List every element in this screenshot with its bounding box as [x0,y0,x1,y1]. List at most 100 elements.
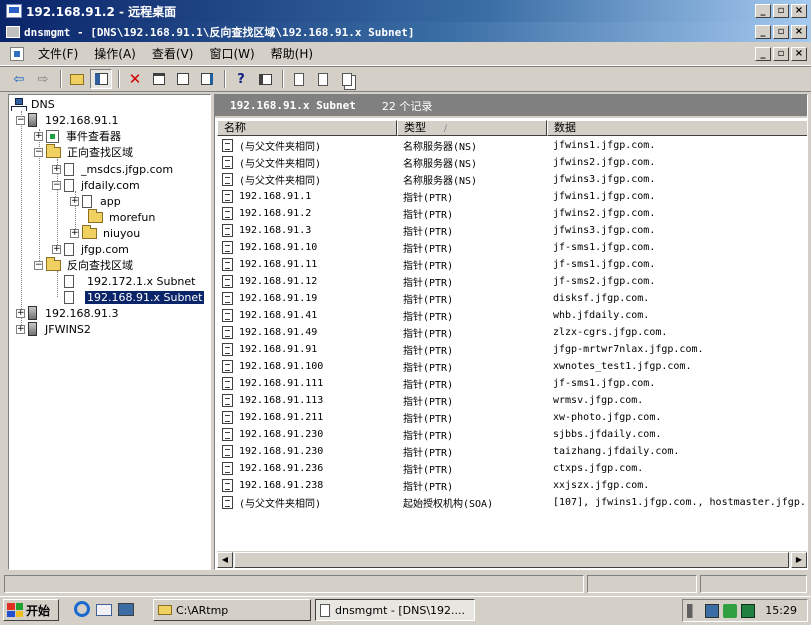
collapse-toggle[interactable]: − [34,147,43,157]
back-arrow-icon[interactable]: ⇦ [8,69,30,89]
remote-desktop-title-bar[interactable]: 192.168.91.2 - 远程桌面 _ ▫ × [0,0,811,22]
record-row[interactable]: 192.168.91.11 指针(PTR) jf-sms1.jfgp.com. [215,256,807,273]
menu-window[interactable]: 窗口(W) [201,45,262,62]
collapse-toggle[interactable]: − [52,180,61,190]
horizontal-scrollbar[interactable]: ◀ ▶ [217,551,807,568]
tree-reverse-zone[interactable]: − 反向查找区域 [34,256,135,273]
delete-icon[interactable]: ✕ [124,69,146,89]
scroll-left-button[interactable]: ◀ [217,552,233,568]
record-icon[interactable] [288,69,310,89]
collapse-toggle[interactable]: − [34,260,43,270]
column-header-data[interactable]: 数据 [547,120,807,136]
record-row[interactable]: 192.168.91.100 指针(PTR) xwnotes_test1.jfgp.… [215,358,807,375]
tree-zone-192-168-91-subnet[interactable]: 192.168.91.x Subnet [64,289,206,305]
tree-event-viewer[interactable]: + 事件查看器 [34,128,123,144]
menu-file[interactable]: 文件(F) [30,45,86,62]
help-icon[interactable]: ? [230,69,252,89]
tree-forward-zone[interactable]: − 正向查找区域 [34,143,135,160]
record-row[interactable]: 192.168.91.1 指针(PTR) jfwins1.jfgp.com. [215,188,807,205]
expand-toggle[interactable]: + [70,228,79,238]
menu-view[interactable]: 查看(V) [144,45,202,62]
taskbar-button-artmp[interactable]: C:\ARtmp [153,599,311,621]
details-pane[interactable]: 192.168.91.x Subnet 22 个记录 名称 类型 / 数据 (与父… [214,94,808,570]
tree-zone-jfdaily[interactable]: − jfdaily.com [52,177,142,193]
mdi-minimize-button[interactable]: _ [755,47,771,61]
menu-help[interactable]: 帮助(H) [263,45,321,62]
record-row[interactable]: (与父文件夹相同) 名称服务器(NS) jfwins3.jfgp.com. [215,171,807,188]
inner-minimize-button[interactable]: _ [755,25,771,39]
record-row[interactable]: 192.168.91.238 指针(PTR) xxjszx.jfgp.com. [215,477,807,494]
tree-server-jfwins2[interactable]: + JFWINS2 [16,321,93,337]
scroll-thumb[interactable] [234,552,789,568]
security-shield-icon[interactable] [723,603,737,618]
console-menu-icon[interactable] [10,46,24,61]
record-row[interactable]: 192.168.91.91 指针(PTR) jfgp-mrtwr7nlax.jfgp… [215,341,807,358]
record-row[interactable]: 192.168.91.113 指针(PTR) wrmsv.jfgp.com. [215,392,807,409]
expand-toggle[interactable]: + [16,308,25,318]
tree-server-192-168-91-3[interactable]: + 192.168.91.3 [16,305,120,321]
refresh-icon[interactable] [172,69,194,89]
tree-folder-app[interactable]: + app [70,193,123,209]
start-button[interactable]: 开始 [3,599,59,621]
dnsmgmt-title-bar[interactable]: dnsmgmt - [DNS\192.168.91.1\反向查找区域\192.1… [0,22,811,42]
taskbar-button-dnsmgmt[interactable]: dnsmgmt - [DNS\192.... [315,599,475,621]
tree-zone-192-172-1-subnet[interactable]: 192.172.1.x Subnet [64,273,197,289]
expand-toggle[interactable]: + [16,324,25,334]
show-desktop-icon[interactable] [118,601,136,619]
zone-icon [64,274,74,288]
record-row[interactable]: (与父文件夹相同) 名称服务器(NS) jfwins2.jfgp.com. [215,154,807,171]
restore-button[interactable]: ▫ [773,4,789,18]
tree-zone-jfgp[interactable]: + jfgp.com [52,241,131,257]
taskbar-clock[interactable]: 15:29 [765,604,797,617]
record-row[interactable]: (与父文件夹相同) 起始授权机构(SOA) [107], jfwins1.jfgp.… [215,494,807,511]
record-row[interactable]: 192.168.91.12 指针(PTR) jf-sms2.jfgp.com. [215,273,807,290]
close-button[interactable]: × [791,4,807,18]
record-row[interactable]: 192.168.91.230 指针(PTR) taizhang.jfdaily.co… [215,443,807,460]
record-row[interactable]: (与父文件夹相同) 名称服务器(NS) jfwins1.jfgp.com. [215,137,807,154]
console-icon[interactable] [254,69,276,89]
tree-server-192-168-91-1[interactable]: − 192.168.91.1 [16,112,120,128]
record-row[interactable]: 192.168.91.3 指针(PTR) jfwins3.jfgp.com. [215,222,807,239]
minimize-button[interactable]: _ [755,4,771,18]
network-icon[interactable] [705,603,719,618]
record-row[interactable]: 192.168.91.19 指针(PTR) disksf.jfgp.com. [215,290,807,307]
record-row[interactable]: 192.168.91.10 指针(PTR) jf-sms1.jfgp.com. [215,239,807,256]
expand-toggle[interactable]: + [52,244,61,254]
up-folder-icon[interactable] [66,69,88,89]
console-tree[interactable]: DNS − 192.168.91.1 + 事件查看器 − 正向查找区域 + _m… [8,94,211,570]
properties-icon[interactable] [148,69,170,89]
record-list-icon[interactable] [312,69,334,89]
record-row[interactable]: 192.168.91.41 指针(PTR) whb.jfdaily.com. [215,307,807,324]
expand-toggle[interactable]: + [52,164,61,174]
column-header-type[interactable]: 类型 / [397,120,547,136]
expand-toggle[interactable]: + [70,196,79,206]
menu-action[interactable]: 操作(A) [86,45,144,62]
record-icon [222,411,233,424]
export-icon[interactable] [196,69,218,89]
forward-arrow-icon[interactable]: ⇨ [32,69,54,89]
record-row[interactable]: 192.168.91.49 指针(PTR) zlzx-cgrs.jfgp.com. [215,324,807,341]
record-row[interactable]: 192.168.91.236 指针(PTR) ctxps.jfgp.com. [215,460,807,477]
collapse-toggle[interactable]: − [16,115,25,125]
record-row[interactable]: 192.168.91.230 指针(PTR) sjbbs.jfdaily.com. [215,426,807,443]
mdi-restore-button[interactable]: ▫ [773,47,789,61]
tree-dns-root[interactable]: DNS [11,96,57,112]
inner-restore-button[interactable]: ▫ [773,25,789,39]
network-activity-icon[interactable] [741,603,755,618]
record-row[interactable]: 192.168.91.2 指针(PTR) jfwins2.jfgp.com. [215,205,807,222]
outlook-express-icon[interactable] [96,601,114,619]
tree-folder-niuyou[interactable]: + niuyou [70,224,142,241]
tree-zone-msdcs[interactable]: + _msdcs.jfgp.com [52,161,175,177]
record-row[interactable]: 192.168.91.111 指针(PTR) jf-sms1.jfgp.com. [215,375,807,392]
record-row[interactable]: 192.168.91.211 指针(PTR) xw-photo.jfgp.com. [215,409,807,426]
tree-folder-morefun[interactable]: morefun [88,208,157,225]
mdi-close-button[interactable]: × [791,47,807,61]
copy-icon[interactable] [336,69,358,89]
internet-explorer-icon[interactable] [74,601,92,619]
scroll-right-button[interactable]: ▶ [791,552,807,568]
speaker-icon[interactable] [687,603,701,618]
expand-toggle[interactable]: + [34,131,43,141]
column-header-name[interactable]: 名称 [217,120,397,136]
show-tree-icon[interactable] [90,69,112,89]
inner-close-button[interactable]: × [791,25,807,39]
